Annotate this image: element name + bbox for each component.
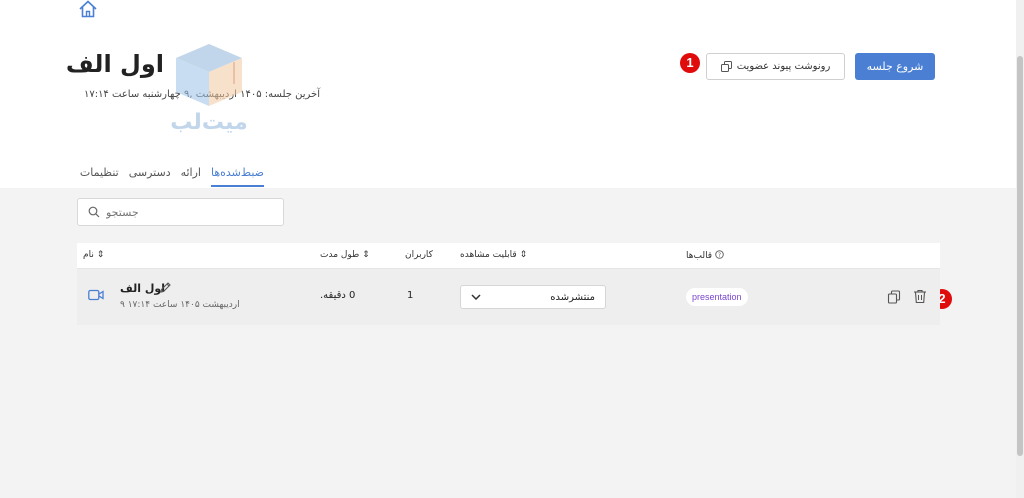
table-header: ⇕ نام ⇕ طول مدت کاربران ⇕ قابلیت مشاهده …	[77, 243, 940, 269]
home-icon[interactable]	[78, 0, 98, 18]
search-box[interactable]	[77, 198, 284, 226]
tab-bar: تنظیمات دسترسی ارائه ضبط‌شده‌ها	[80, 166, 264, 187]
column-name-header[interactable]: ⇕ نام	[83, 250, 104, 260]
copy-recording-icon[interactable]	[887, 290, 901, 304]
graduation-cap-icon	[176, 44, 242, 106]
column-visibility-header[interactable]: ⇕ قابلیت مشاهده	[460, 250, 527, 260]
format-tag[interactable]: presentation	[686, 288, 748, 306]
tab-settings[interactable]: تنظیمات	[80, 166, 119, 187]
recording-date: اردیبهشت ۱۴۰۵ ساعت ۱۷:۱۴ ۹	[120, 300, 240, 310]
content-area	[0, 188, 1016, 498]
video-icon	[88, 289, 104, 301]
tab-presentation[interactable]: ارائه	[181, 166, 201, 187]
copy-join-link-label: رونوشت پیوند عضویت	[736, 61, 831, 72]
table-row[interactable]: اول الف اردیبهشت ۱۴۰۵ ساعت ۱۷:۱۴ ۹ 0 دقی…	[77, 269, 940, 325]
start-session-button[interactable]: شروع جلسه	[855, 53, 935, 80]
recordings-table: ⇕ نام ⇕ طول مدت کاربران ⇕ قابلیت مشاهده …	[77, 243, 940, 325]
copy-join-link-button[interactable]: رونوشت پیوند عضویت	[706, 53, 845, 80]
search-input[interactable]	[106, 205, 266, 219]
scrollbar-thumb[interactable]	[1017, 56, 1023, 456]
delete-icon[interactable]	[913, 289, 927, 304]
edit-icon[interactable]	[159, 281, 172, 294]
help-icon[interactable]: ?	[715, 250, 724, 259]
watermark-text: میت‌لب	[170, 110, 248, 135]
visibility-value: منتشرشده	[550, 291, 595, 303]
svg-text:?: ?	[718, 252, 721, 259]
copy-icon	[720, 61, 732, 72]
scrollbar[interactable]	[1016, 0, 1024, 498]
watermark-logo: میت‌لب	[164, 36, 254, 140]
column-formats-header: ? قالب‌ها	[686, 250, 724, 261]
search-icon	[88, 206, 100, 218]
tab-access[interactable]: دسترسی	[129, 166, 171, 187]
recording-duration: 0 دقیقه.	[320, 290, 356, 301]
column-duration-header[interactable]: ⇕ طول مدت	[320, 250, 370, 260]
page-title: اول الف	[65, 50, 164, 78]
annotation-badge-1: 1	[680, 53, 700, 73]
visibility-select[interactable]: منتشرشده	[460, 285, 606, 309]
recording-users: 1	[407, 290, 414, 301]
column-users-header: کاربران	[405, 250, 433, 260]
chevron-down-icon	[471, 294, 481, 300]
tab-recordings[interactable]: ضبط‌شده‌ها	[210, 166, 264, 187]
